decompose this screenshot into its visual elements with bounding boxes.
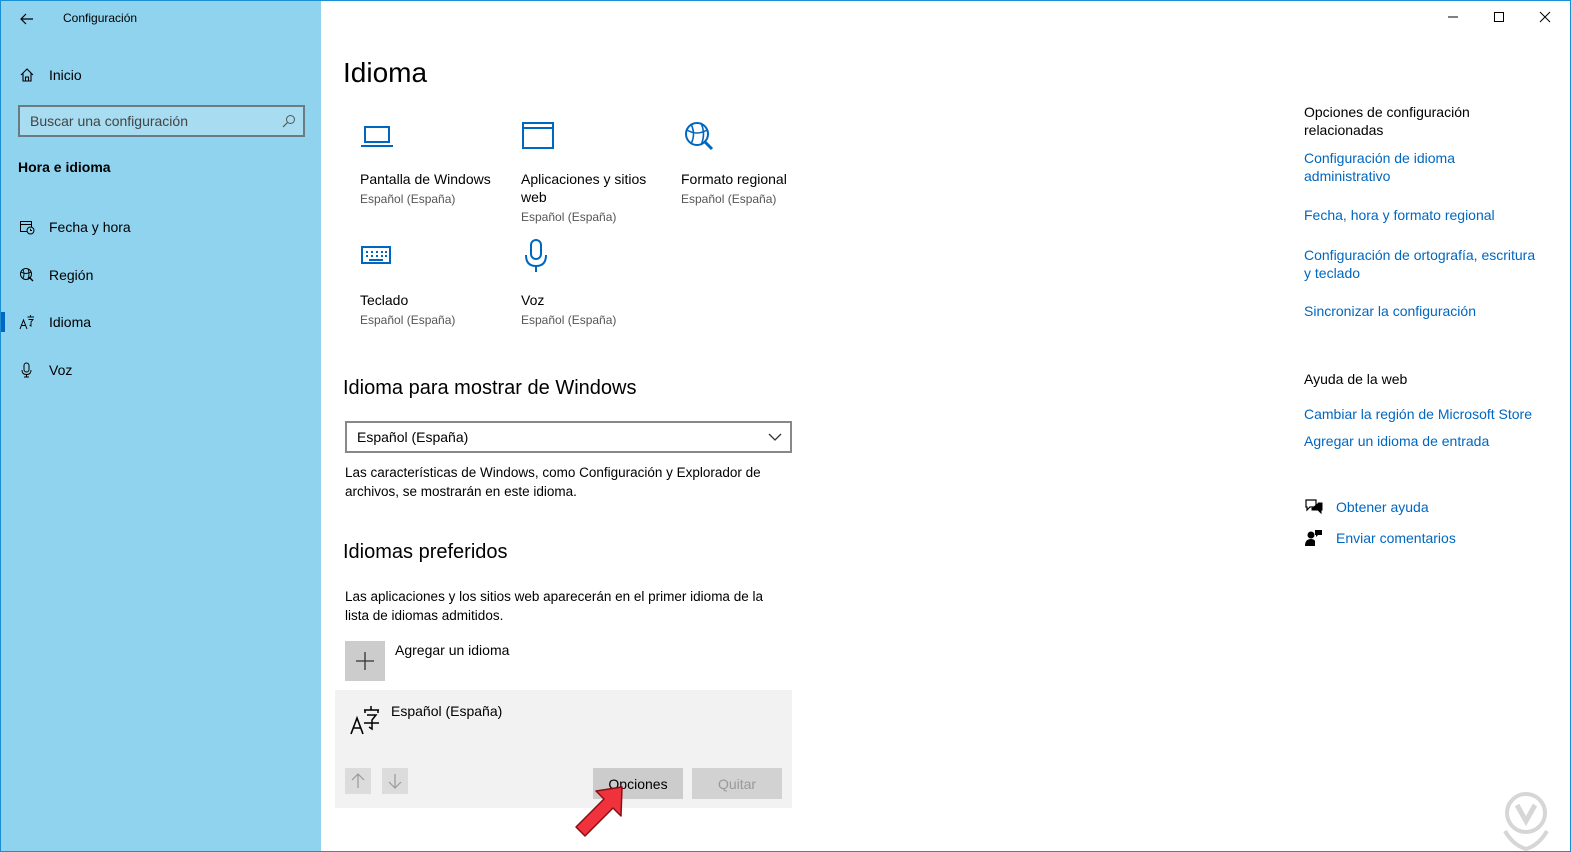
app-window-icon [522, 122, 554, 149]
calendar-clock-icon [18, 218, 36, 236]
search-input[interactable] [20, 107, 303, 135]
arrow-up-icon [351, 773, 365, 788]
close-icon [1539, 11, 1551, 23]
add-language-button[interactable] [345, 641, 385, 681]
link-add-input-language[interactable]: Agregar un idioma de entrada [1304, 432, 1544, 450]
annotation-arrow-icon [575, 786, 623, 837]
tile-title: Formato regional [681, 171, 787, 187]
preferred-languages-description: Las aplicaciones y los sitios web aparec… [345, 589, 763, 623]
sidebar-item-label: Inicio [49, 67, 82, 83]
language-name: Español (España) [391, 703, 503, 719]
link-store-region[interactable]: Cambiar la región de Microsoft Store [1304, 405, 1544, 423]
display-language-description: Las características de Windows, como Con… [345, 465, 761, 499]
minimize-button[interactable] [1430, 1, 1476, 33]
settings-window: Configuración Inicio Hora e idioma Fecha… [0, 0, 1571, 852]
sidebar-item-speech[interactable]: Voz [1, 350, 321, 390]
watermark-logo-icon [1503, 792, 1549, 851]
language-list-item[interactable]: Español (España) Opciones Quitar [335, 690, 792, 808]
tile-subtitle: Español (España) [681, 192, 777, 206]
web-help-heading: Ayuda de la web [1304, 371, 1408, 387]
app-title: Configuración [63, 11, 138, 25]
tile-title: Aplicaciones y sitios web [521, 171, 647, 205]
tile-subtitle: Español (España) [521, 210, 617, 224]
minimize-icon [1448, 16, 1458, 18]
sidebar-item-region[interactable]: Región [1, 255, 321, 295]
tile-apps-websites[interactable]: Aplicaciones y sitios web Español (Españ… [521, 118, 661, 226]
get-help-link[interactable]: Obtener ayuda [1304, 497, 1429, 517]
search-box [18, 105, 305, 137]
sidebar-item-label: Fecha y hora [49, 219, 131, 235]
maximize-icon [1494, 12, 1504, 22]
move-down-button[interactable] [382, 768, 408, 794]
page-title: Idioma [343, 57, 428, 88]
maximize-button[interactable] [1476, 1, 1522, 33]
link-spelling-typing[interactable]: Configuración de ortografía, escritura y… [1304, 246, 1544, 282]
tile-speech[interactable]: Voz Español (España) [521, 239, 671, 329]
arrow-down-icon [388, 774, 402, 789]
back-button[interactable] [13, 7, 41, 31]
link-admin-language[interactable]: Configuración de idioma administrativo [1304, 149, 1544, 185]
back-arrow-icon [20, 13, 33, 25]
plus-icon [356, 652, 374, 670]
send-feedback-label: Enviar comentarios [1336, 530, 1456, 546]
sidebar-item-label: Idioma [49, 314, 92, 330]
microphone-icon [18, 361, 36, 379]
feedback-icon [1304, 528, 1324, 548]
tile-subtitle: Español (España) [521, 313, 617, 327]
send-feedback-link[interactable]: Enviar comentarios [1304, 528, 1456, 548]
language-icon [18, 313, 36, 331]
tile-title: Pantalla de Windows [360, 171, 491, 187]
link-date-time-regional[interactable]: Fecha, hora y formato regional [1304, 206, 1544, 224]
sidebar-item-label: Región [49, 267, 94, 283]
display-language-select[interactable]: Español (España) [345, 421, 792, 453]
globe-icon [18, 266, 36, 284]
display-language-heading: Idioma para mostrar de Windows [343, 377, 637, 399]
sidebar-item-date-time[interactable]: Fecha y hora [1, 207, 321, 247]
tile-subtitle: Español (España) [360, 192, 456, 206]
sidebar-item-home[interactable]: Inicio [1, 55, 321, 95]
language-icon [350, 706, 379, 735]
move-up-button[interactable] [345, 768, 371, 794]
tile-title: Voz [521, 292, 545, 308]
tile-regional-format[interactable]: Formato regional Español (España) [681, 118, 831, 208]
get-help-label: Obtener ayuda [1336, 499, 1429, 515]
globe-format-icon [685, 122, 714, 151]
tile-windows-display[interactable]: Pantalla de Windows Español (España) [360, 118, 510, 208]
laptop-icon [361, 126, 393, 147]
sidebar-item-language[interactable]: Idioma [1, 302, 321, 342]
tile-subtitle: Español (España) [360, 313, 456, 327]
sidebar: Configuración Inicio Hora e idioma Fecha… [1, 1, 321, 851]
add-language-label[interactable]: Agregar un idioma [395, 642, 509, 658]
link-sync-settings[interactable]: Sincronizar la configuración [1304, 302, 1544, 320]
section-title: Hora e idioma [18, 159, 111, 175]
home-icon [18, 66, 36, 84]
chevron-down-icon [768, 433, 782, 441]
search-icon[interactable] [282, 114, 296, 128]
microphone-icon [525, 239, 547, 272]
tile-keyboard[interactable]: Teclado Español (España) [360, 239, 510, 329]
remove-button[interactable]: Quitar [692, 768, 782, 799]
sidebar-item-label: Voz [49, 362, 73, 378]
tile-title: Teclado [360, 292, 409, 308]
related-settings-heading: Opciones de configuración relacionadas [1304, 104, 1470, 138]
close-button[interactable] [1522, 1, 1568, 33]
display-language-value: Español (España) [357, 429, 469, 445]
preferred-languages-heading: Idiomas preferidos [343, 541, 508, 563]
chat-help-icon [1304, 497, 1324, 517]
keyboard-icon [361, 246, 391, 264]
